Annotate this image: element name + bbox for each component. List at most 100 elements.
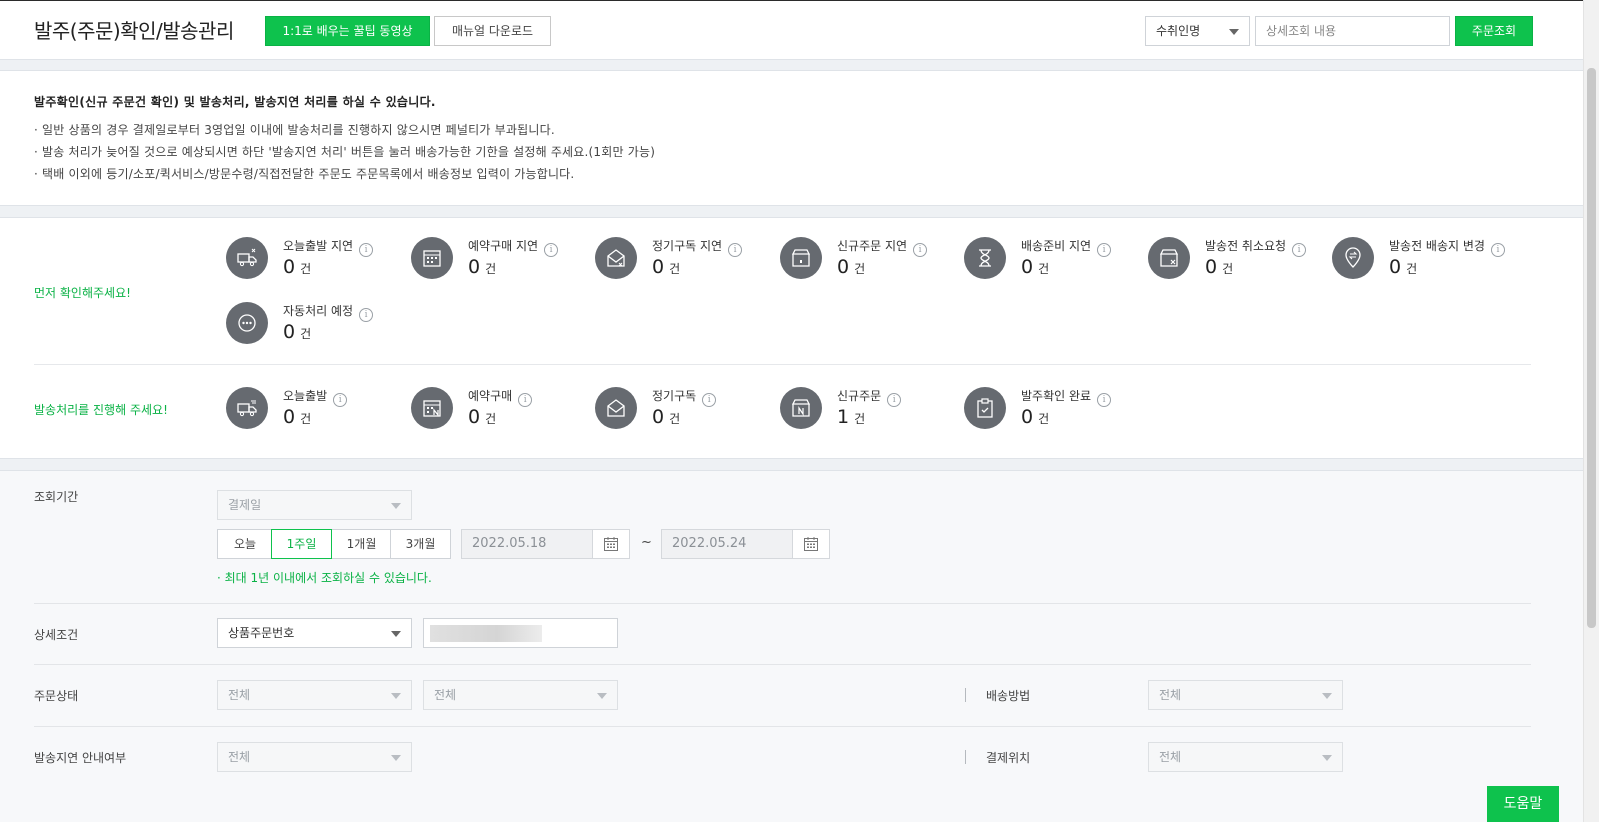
chevron-down-icon [1229,29,1239,35]
start-date-input[interactable]: 2022.05.18 [461,529,593,559]
notice-box: 발주확인(신규 주문건 확인) 및 발송처리, 발송지연 처리를 하실 수 있습… [0,70,1583,206]
vertical-scrollbar[interactable] [1583,0,1599,822]
info-icon[interactable]: i [518,393,533,407]
status-item-count[interactable]: 1건 [837,406,865,428]
order-status-panel: 먼저 확인해주세요! 발송처리를 진행해 주세요! 오늘출발 지연 i 0 건 예약구매… [0,217,1583,459]
period-hint: · 최대 1년 이내에서 조회하실 수 있습니다. [217,571,432,585]
info-icon[interactable]: i [359,308,374,322]
status-item-label: 배송준비 지연 i [1021,237,1112,257]
delay-notice-select[interactable]: 전체 [217,742,412,772]
info-icon[interactable]: i [913,243,928,257]
info-icon[interactable]: i [887,393,902,407]
more-dots-icon [226,302,268,344]
detail-label: 상세조건 [34,628,79,642]
status-item-delayed[interactable]: 예약구매 지연 i 0 건 [411,237,591,285]
search-type-select[interactable]: 수취인명 [1145,16,1250,46]
status-item-label: 정기구독 지연 i [652,237,743,257]
status-item-process[interactable]: 발주확인 완료 i 0 건 [964,387,1144,435]
detail-value-input[interactable] [423,618,618,648]
status-item-delayed[interactable]: 오늘출발 지연 i 0 건 [226,237,406,285]
redacted-value [430,625,542,642]
status-item-count[interactable]: 0건 [652,256,680,278]
box-n-icon [780,387,822,429]
status-item-label: 발송전 배송지 변경 i [1389,237,1505,257]
chevron-down-icon [1322,755,1332,761]
delay-notice-label: 발송지연 안내여부 [34,751,127,765]
status-item-delayed[interactable]: 정기구독 지연 i 0 건 [595,237,775,285]
chevron-down-icon [391,693,401,699]
status-item-process[interactable]: 오늘출발 i 0 건 [226,387,406,435]
payment-location-select[interactable]: 전체 [1148,742,1343,772]
status-item-delayed[interactable]: 발송전 취소요청 i 0 건 [1148,237,1328,285]
calendar-clock-icon [411,237,453,279]
status-item-delayed[interactable]: 발송전 배송지 변경 i 0 건 [1332,237,1512,285]
chevron-down-icon [391,503,401,509]
status-item-count[interactable]: 0건 [837,256,865,278]
notice-line: · 일반 상품의 경우 결제일로부터 3영업일 이내에 발송처리를 진행하지 않… [34,123,555,137]
check-first-label: 먼저 확인해주세요! [34,286,131,300]
status-item-process[interactable]: 예약구매 i 0 건 [411,387,591,435]
detail-type-select[interactable]: 상품주문번호 [217,618,412,648]
order-status-value-2: 전체 [434,688,457,702]
info-icon[interactable]: i [333,393,348,407]
status-item-count[interactable]: 0건 [468,256,496,278]
status-item-count[interactable]: 0건 [468,406,496,428]
status-item-count[interactable]: 0건 [1021,256,1049,278]
info-icon[interactable]: i [1490,243,1505,257]
date-type-select[interactable]: 결제일 [217,490,412,520]
info-icon[interactable]: i [359,243,374,257]
status-item-count[interactable]: 0건 [283,256,311,278]
info-icon[interactable]: i [728,243,743,257]
status-item-count[interactable]: 0건 [652,406,680,428]
process-label: 발송처리를 진행해 주세요! [34,403,168,417]
scrollbar-thumb[interactable] [1587,68,1596,628]
status-item-count[interactable]: 0건 [283,321,311,343]
status-item-process[interactable]: 정기구독 i 0 건 [595,387,775,435]
tip-video-button[interactable]: 1:1로 배우는 꿀팁 동영상 [265,16,430,46]
order-search-button[interactable]: 주문조회 [1455,16,1533,46]
status-item-count[interactable]: 0건 [1389,256,1417,278]
help-button[interactable]: 도움말 [1487,786,1559,822]
notice-line: · 택배 이외에 등기/소포/퀵서비스/방문수령/직접전달한 주문도 주문목록에… [34,167,575,181]
status-item-process[interactable]: 신규주문 i 1 건 [780,387,960,435]
start-calendar-button[interactable] [592,529,630,559]
info-icon[interactable]: i [1097,243,1112,257]
page-content: 발주(주문)확인/발송관리 1:1로 배우는 꿀팁 동영상 매뉴얼 다운로드 수… [0,0,1583,822]
detail-type-value: 상품주문번호 [228,626,295,640]
period-3month-button[interactable]: 3개월 [390,529,451,559]
delivery-method-label: 배송방법 [986,689,1031,703]
info-icon[interactable]: i [544,243,559,257]
mail-clock-icon [595,237,637,279]
mail-icon [595,387,637,429]
order-status-select-2[interactable]: 전체 [423,680,618,710]
box-clock-icon [780,237,822,279]
period-1week-button[interactable]: 1주일 [271,529,332,559]
delivery-method-select[interactable]: 전체 [1148,680,1343,710]
status-item-delayed[interactable]: 자동처리 예정 i 0 건 [226,302,406,350]
info-icon[interactable]: i [1097,393,1112,407]
chevron-down-icon [391,755,401,761]
chevron-down-icon [1322,693,1332,699]
chevron-down-icon [391,631,401,637]
status-item-delayed[interactable]: 신규주문 지연 i 0 건 [780,237,960,285]
info-icon[interactable]: i [1292,243,1307,257]
status-item-count[interactable]: 0건 [1021,406,1049,428]
period-today-button[interactable]: 오늘 [217,529,273,559]
manual-download-button[interactable]: 매뉴얼 다운로드 [434,16,551,46]
date-separator: ~ [641,535,652,550]
order-status-select-1[interactable]: 전체 [217,680,412,710]
end-date-input[interactable]: 2022.05.24 [661,529,793,559]
end-calendar-button[interactable] [792,529,830,559]
calendar-n-icon [411,387,453,429]
period-1month-button[interactable]: 1개월 [331,529,392,559]
status-item-count[interactable]: 0건 [1205,256,1233,278]
delay-notice-value: 전체 [228,750,251,764]
calendar-icon [604,537,618,551]
status-item-delayed[interactable]: 배송준비 지연 i 0 건 [964,237,1144,285]
location-change-icon [1332,237,1374,279]
status-item-count[interactable]: 0건 [283,406,311,428]
info-icon[interactable]: i [702,393,717,407]
payment-location-label: 결제위치 [986,751,1031,765]
search-input[interactable]: 상세조회 내용 [1255,16,1450,46]
notice-title: 발주확인(신규 주문건 확인) 및 발송처리, 발송지연 처리를 하실 수 있습… [34,95,436,109]
